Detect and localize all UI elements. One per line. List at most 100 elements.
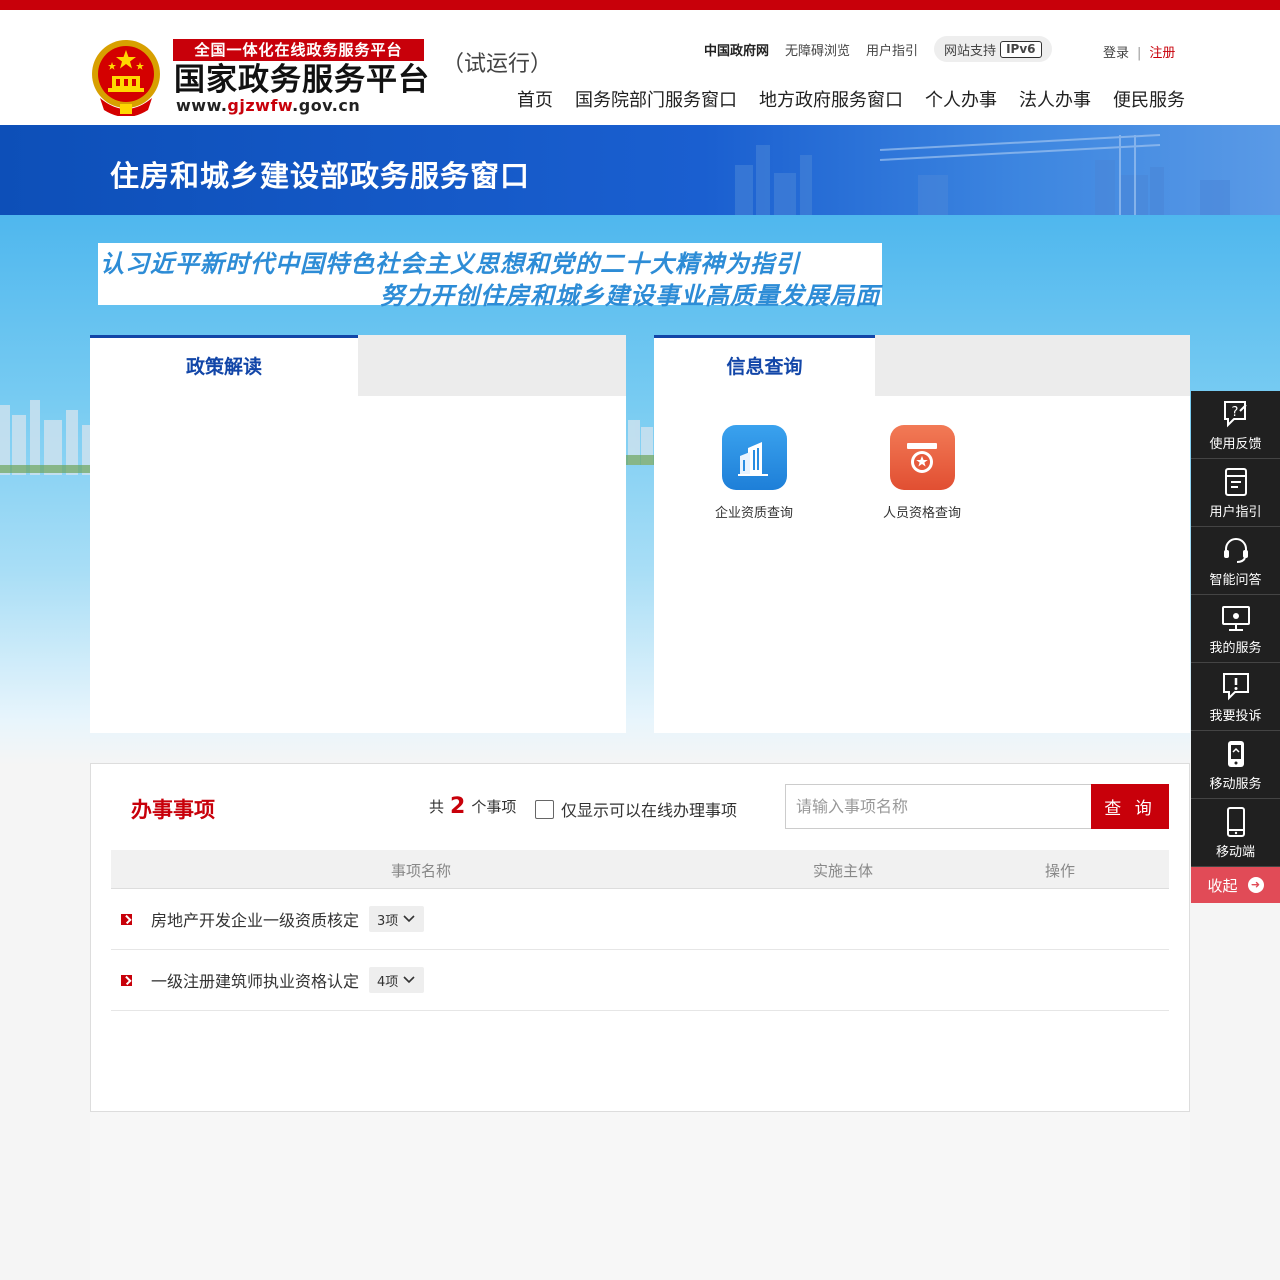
info-tabbar: 信息查询 (654, 335, 1190, 396)
slogan-banner: 认习近平新时代中国特色社会主义思想和党的二十大精神为指引 努力开创住房和城乡建设… (98, 243, 882, 310)
column-matter-name: 事项名称 (391, 862, 452, 880)
matter-name[interactable]: 一级注册建筑师执业资格认定 (151, 968, 359, 992)
count-prefix: 共 (429, 798, 445, 816)
matters-table-header: 事项名称 实施主体 操作 (111, 850, 1169, 889)
sidebar-my-services[interactable]: 我的服务 (1191, 595, 1280, 663)
tab-policy-interpretation[interactable]: 政策解读 (90, 335, 358, 396)
trial-label: （试运行） (442, 52, 553, 77)
online-only-filter[interactable]: 仅显示可以在线办理事项 (535, 797, 737, 821)
sub-item-count-toggle[interactable]: 3项 (369, 906, 425, 932)
svg-text:?: ? (1231, 405, 1238, 420)
sidebar-user-guide[interactable]: 用户指引 (1191, 459, 1280, 527)
sidebar-mobile-services-label: 移动服务 (1209, 777, 1262, 792)
url-domain: gjzwfw (227, 96, 293, 115)
sidebar-mobile-app[interactable]: 移动端 (1191, 799, 1280, 867)
ipv6-support: 网站支持 IPv6 (934, 36, 1052, 62)
table-row[interactable]: 房地产开发企业一级资质核定 3项 (111, 889, 1169, 950)
sidebar-complaint[interactable]: 我要投诉 (1191, 663, 1280, 731)
ipv6-label: 网站支持 (944, 43, 997, 59)
login-link[interactable]: 登录 (1103, 46, 1129, 61)
sub-item-count: 4项 (377, 974, 399, 990)
sidebar-mobile-services[interactable]: 移动服务 (1191, 731, 1280, 799)
url-suffix: .gov.cn (292, 96, 361, 115)
chevron-down-icon (403, 915, 415, 923)
top-links: 中国政府网 无障碍浏览 用户指引 网站支持 IPv6 (704, 36, 1052, 62)
nav-state-council-depts[interactable]: 国务院部门服务窗口 (575, 86, 737, 112)
matter-search: 查 询 (785, 784, 1169, 829)
sidebar-collapse-label: 收起 (1207, 876, 1238, 895)
nav-local-gov[interactable]: 地方政府服务窗口 (759, 86, 903, 112)
matter-name[interactable]: 房地产开发企业一级资质核定 (151, 907, 359, 931)
count-suffix: 个事项 (471, 798, 517, 816)
matter-search-input[interactable] (785, 784, 1091, 829)
top-red-bar (0, 0, 1280, 10)
nav-personal[interactable]: 个人办事 (925, 86, 997, 112)
sidebar-mobile-app-label: 移动端 (1215, 845, 1255, 860)
sub-item-count-toggle[interactable]: 4项 (369, 967, 425, 993)
online-only-label: 仅显示可以在线办理事项 (561, 801, 738, 820)
department-title: 住房和城乡建设部政务服务窗口 (110, 159, 531, 193)
floating-sidebar: ? 使用反馈 用户指引 智能问答 我的服务 我要投诉 移动服务 移动端 收起 ➜ (1191, 391, 1280, 903)
phone-icon (1226, 807, 1245, 837)
platform-tagline: 全国一体化在线政务服务平台 (173, 39, 424, 61)
url-prefix: www. (176, 96, 228, 115)
platform-name[interactable]: 国家政务服务平台 (174, 63, 430, 97)
sidebar-collapse-button[interactable]: 收起 ➜ (1191, 867, 1280, 903)
chevron-down-icon (403, 976, 415, 984)
certificate-icon (889, 425, 955, 490)
tab-info-query[interactable]: 信息查询 (654, 335, 875, 396)
department-banner: 住房和城乡建设部政务服务窗口 (0, 125, 1280, 215)
site-header: 全国一体化在线政务服务平台 国家政务服务平台 www.gjzwfw.gov.cn… (0, 10, 1280, 125)
nav-convenience[interactable]: 便民服务 (1113, 86, 1185, 112)
sidebar-feedback[interactable]: ? 使用反馈 (1191, 391, 1280, 459)
register-link[interactable]: 注册 (1149, 46, 1175, 61)
arrow-right-icon: ➜ (1247, 877, 1264, 893)
matters-title: 办事事项 (131, 798, 215, 822)
monitor-icon (1221, 606, 1250, 631)
count-number: 2 (450, 794, 466, 819)
mobile-service-icon (1227, 741, 1244, 767)
matters-count: 共 2 个事项 (429, 794, 516, 819)
table-row[interactable]: 一级注册建筑师执业资格认定 4项 (111, 950, 1169, 1011)
content-bottom-area (90, 1112, 1190, 1280)
expand-mark-icon[interactable] (121, 974, 132, 986)
complaint-icon (1222, 673, 1249, 701)
sidebar-complaint-label: 我要投诉 (1209, 709, 1262, 724)
enterprise-qualification-label: 企业资质查询 (714, 506, 793, 521)
auth-separator: | (1137, 46, 1142, 61)
enterprise-qualification-query[interactable]: 企业资质查询 (699, 425, 809, 521)
sidebar-smart-qa[interactable]: 智能问答 (1191, 527, 1280, 595)
sidebar-my-services-label: 我的服务 (1209, 641, 1262, 656)
main-nav: 首页 国务院部门服务窗口 地方政府服务窗口 个人办事 法人办事 便民服务 (517, 86, 1185, 112)
policy-tabbar: 政策解读 (90, 335, 626, 396)
ipv6-badge: IPv6 (1000, 40, 1042, 58)
link-accessibility[interactable]: 无障碍浏览 (785, 40, 850, 59)
slogan-line-2: 努力开创住房和城乡建设事业高质量发展局面 (380, 282, 880, 310)
policy-panel: 政策解读 (90, 335, 626, 733)
column-action: 操作 (1045, 862, 1076, 880)
auth-links: 登录 | 注册 (1103, 42, 1175, 61)
online-only-checkbox[interactable] (535, 799, 554, 819)
search-button[interactable]: 查 询 (1091, 784, 1169, 829)
link-user-guide[interactable]: 用户指引 (866, 40, 918, 59)
national-emblem-icon[interactable] (90, 38, 162, 116)
info-query-panel: 信息查询 企业资质查询 人员资格查询 (654, 335, 1190, 733)
sidebar-smart-qa-label: 智能问答 (1209, 573, 1262, 588)
feedback-icon: ? (1223, 401, 1247, 428)
expand-mark-icon[interactable] (121, 913, 132, 925)
sidebar-user-guide-label: 用户指引 (1209, 505, 1262, 520)
slogan-line-1: 认习近平新时代中国特色社会主义思想和党的二十大精神为指引 (100, 250, 800, 278)
column-implementer: 实施主体 (813, 862, 874, 880)
nav-home[interactable]: 首页 (517, 86, 553, 112)
sidebar-feedback-label: 使用反馈 (1209, 437, 1262, 452)
service-matters-section: 办事事项 共 2 个事项 仅显示可以在线办理事项 查 询 事项名称 实施主体 操… (90, 763, 1190, 1112)
guide-book-icon (1224, 468, 1247, 496)
sub-item-count: 3项 (377, 913, 399, 929)
personnel-qualification-label: 人员资格查询 (882, 506, 961, 521)
platform-url: www.gjzwfw.gov.cn (176, 96, 360, 115)
nav-legal-person[interactable]: 法人办事 (1019, 86, 1091, 112)
personnel-qualification-query[interactable]: 人员资格查询 (867, 425, 977, 521)
building-icon (721, 425, 787, 490)
headset-icon (1223, 538, 1248, 563)
link-gov-cn[interactable]: 中国政府网 (704, 40, 769, 59)
